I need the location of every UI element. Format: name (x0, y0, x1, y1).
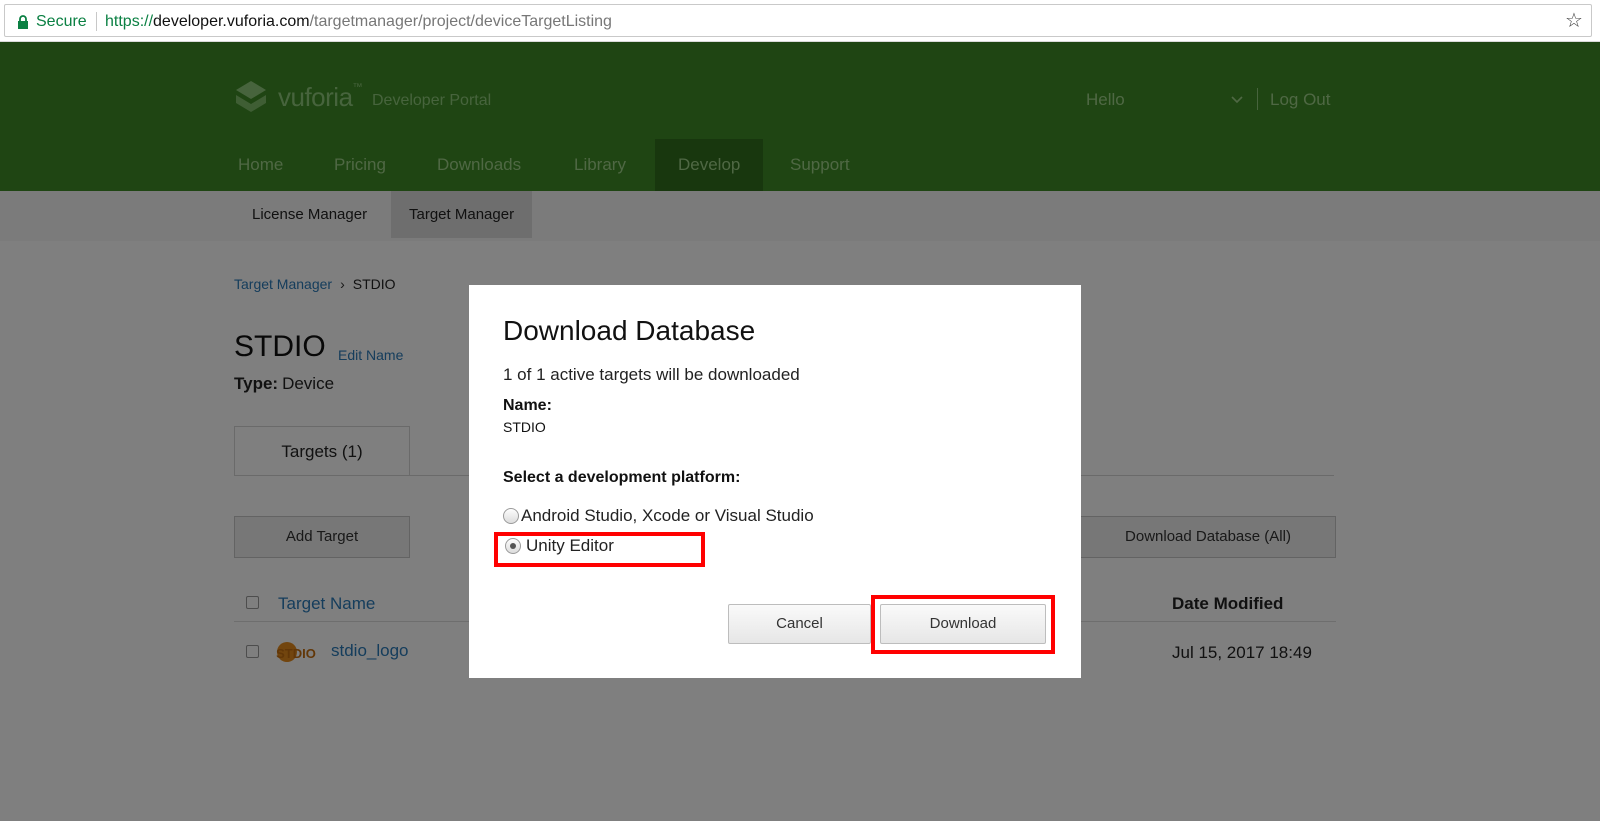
url-field[interactable]: Secure https://developer.vuforia.com/tar… (4, 4, 1592, 37)
browser-address-bar: Secure https://developer.vuforia.com/tar… (0, 0, 1600, 42)
bookmark-star-icon[interactable]: ☆ (1563, 10, 1585, 32)
download-highlight-box (871, 595, 1055, 654)
unity-highlight-box (494, 532, 705, 567)
option-android-xcode-vs[interactable]: Android Studio, Xcode or Visual Studio (503, 506, 814, 526)
address-separator (96, 12, 97, 31)
url-path: /targetmanager/project/deviceTargetListi… (309, 13, 612, 30)
option-android-xcode-vs-label: Android Studio, Xcode or Visual Studio (521, 506, 814, 525)
cancel-button[interactable]: Cancel (728, 604, 871, 644)
platform-label: Select a development platform: (503, 469, 741, 486)
name-label: Name: (503, 397, 552, 414)
secure-label: Secure (36, 13, 87, 30)
url-scheme: https:// (105, 13, 154, 30)
url-host: developer.vuforia.com (153, 13, 310, 30)
download-database-dialog: Download Database 1 of 1 active targets … (469, 285, 1081, 678)
active-targets-count: 1 of 1 active targets will be downloaded (503, 365, 800, 384)
radio-android-xcode-vs[interactable] (503, 508, 519, 524)
url-text[interactable]: https://developer.vuforia.com/targetmana… (105, 13, 612, 31)
name-value: STDIO (503, 419, 546, 435)
lock-icon (18, 15, 28, 29)
dialog-title: Download Database (503, 315, 756, 346)
